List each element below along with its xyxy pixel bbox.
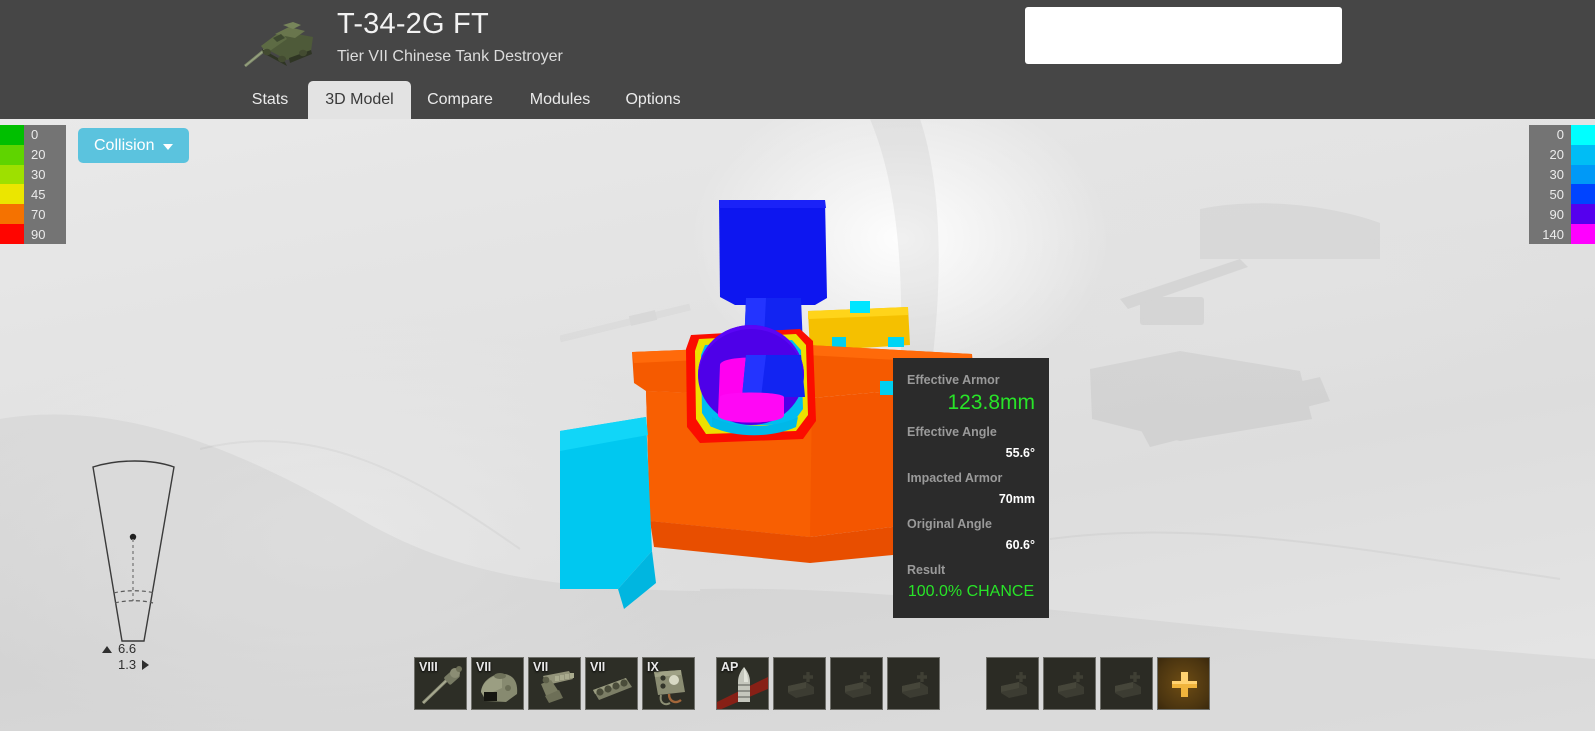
legend-label: 140 <box>1542 226 1564 242</box>
module-slot-group: VIII VII VII VII IX <box>414 656 695 710</box>
loadout-slot[interactable] <box>1043 656 1096 710</box>
legend-label: 30 <box>1549 167 1564 183</box>
legend-swatch <box>1571 144 1595 165</box>
slot-tier-label: AP <box>721 659 739 674</box>
armor-legend-right: 0 20 30 50 90 140 <box>1529 125 1595 244</box>
collision-label: Collision <box>94 136 155 154</box>
title-block: T-34-2G FT Tier VII Chinese Tank Destroy… <box>337 7 563 67</box>
loadout-slot-bar: VIII VII VII VII IX AP <box>0 653 1595 713</box>
legend-label: 0 <box>31 127 39 143</box>
legend-label: 45 <box>31 186 46 202</box>
legend-swatch <box>1571 184 1595 205</box>
info-row-value: 100.0% CHANCE <box>907 583 1035 600</box>
empty-consumable-icon <box>987 657 1038 709</box>
info-row: Effective Armor 123.8mm <box>907 373 1035 415</box>
legend-swatch <box>0 125 24 145</box>
legend-label: 20 <box>1549 147 1564 163</box>
empty-shell-icon <box>831 657 882 709</box>
legend-swatches-left <box>0 125 24 244</box>
legend-swatch <box>1571 224 1595 244</box>
tab-3d-model[interactable]: 3D Model <box>308 81 411 119</box>
info-row-label: Original Angle <box>907 517 992 531</box>
info-row-value: 55.6° <box>1005 446 1035 460</box>
legend-labels-right: 0 20 30 50 90 140 <box>1529 125 1571 244</box>
legend-label: 90 <box>31 226 46 242</box>
armor-legend-left: 0 20 30 45 70 90 <box>0 125 66 244</box>
shell-slot-group: AP <box>716 656 940 710</box>
loadout-slot[interactable]: AP <box>716 656 769 710</box>
tab-compare[interactable]: Compare <box>412 81 508 119</box>
legend-swatch <box>1571 204 1595 225</box>
loadout-slot[interactable] <box>773 656 826 710</box>
info-row: Effective Angle 55.6° <box>907 425 1035 461</box>
tab-stats[interactable]: Stats <box>240 81 300 119</box>
loadout-slot[interactable] <box>1157 656 1210 710</box>
info-row: Result 100.0% CHANCE <box>907 563 1035 602</box>
legend-swatch <box>0 144 24 165</box>
legend-swatch <box>0 224 24 244</box>
info-row-label: Result <box>907 563 946 577</box>
info-row-label: Effective Armor <box>907 373 1000 387</box>
legend-swatch <box>0 164 24 185</box>
legend-labels-left: 0 20 30 45 70 90 <box>24 125 66 244</box>
elevation-arrow-icon <box>102 645 112 653</box>
legend-swatch <box>0 204 24 225</box>
info-row-value: 70mm <box>998 492 1035 506</box>
loadout-slot[interactable] <box>1100 656 1153 710</box>
loadout-slot[interactable]: VIII <box>414 656 467 710</box>
loadout-slot[interactable]: VII <box>528 656 581 710</box>
loadout-slot[interactable] <box>887 656 940 710</box>
empty-shell-icon <box>774 657 825 709</box>
slot-tier-label: VIII <box>419 659 438 674</box>
info-row: Impacted Armor 70mm <box>907 471 1035 507</box>
info-row-value: 123.8mm <box>947 391 1035 414</box>
legend-label: 30 <box>31 167 46 183</box>
page-subtitle: Tier VII Chinese Tank Destroyer <box>337 48 563 65</box>
consumable-slot-group <box>986 656 1210 710</box>
loadout-slot[interactable]: IX <box>642 656 695 710</box>
tank-thumbnail <box>237 6 325 72</box>
armor-info-tooltip: Effective Armor 123.8mm Effective Angle 55.… <box>893 358 1049 618</box>
empty-consumable-icon <box>1101 657 1152 709</box>
loadout-slot[interactable] <box>830 656 883 710</box>
collision-dropdown-button[interactable]: Collision <box>78 128 190 163</box>
slot-tier-label: IX <box>647 659 659 674</box>
empty-consumable-icon <box>1044 657 1095 709</box>
info-row-value: 60.6° <box>1005 538 1035 552</box>
empty-shell-icon <box>888 657 939 709</box>
tab-options[interactable]: Options <box>612 81 694 119</box>
legend-label: 70 <box>31 206 46 222</box>
page-title: T-34-2G FT <box>337 8 489 40</box>
nav-tabs: Stats 3D Model Compare Modules Options <box>0 81 1595 119</box>
tab-modules[interactable]: Modules <box>516 81 604 119</box>
info-row: Original Angle 60.6° <box>907 517 1035 553</box>
legend-label: 20 <box>31 147 46 163</box>
legend-swatches-right <box>1571 125 1595 244</box>
search-input[interactable] <box>1025 7 1342 64</box>
info-row-label: Effective Angle <box>907 425 997 439</box>
legend-swatch <box>1571 125 1595 145</box>
loadout-slot[interactable]: VII <box>471 656 524 710</box>
loadout-slot[interactable] <box>986 656 1039 710</box>
info-row-label: Impacted Armor <box>907 471 1003 485</box>
legend-label: 90 <box>1549 206 1564 222</box>
loadout-slot[interactable]: VII <box>585 656 638 710</box>
chevron-down-icon <box>163 143 174 150</box>
legend-label: 50 <box>1549 186 1564 202</box>
add-premium-icon <box>1172 671 1197 697</box>
app-header: T-34-2G FT Tier VII Chinese Tank Destroy… <box>0 0 1595 119</box>
slot-tier-label: VII <box>590 659 606 674</box>
model-viewport[interactable]: 0 20 30 45 70 90 0 20 30 50 90 140 Collision 6.6 1… <box>0 119 1595 731</box>
slot-tier-label: VII <box>533 659 549 674</box>
legend-label: 0 <box>1556 127 1564 143</box>
slot-tier-label: VII <box>476 659 492 674</box>
legend-swatch <box>0 184 24 205</box>
legend-swatch <box>1571 164 1595 185</box>
